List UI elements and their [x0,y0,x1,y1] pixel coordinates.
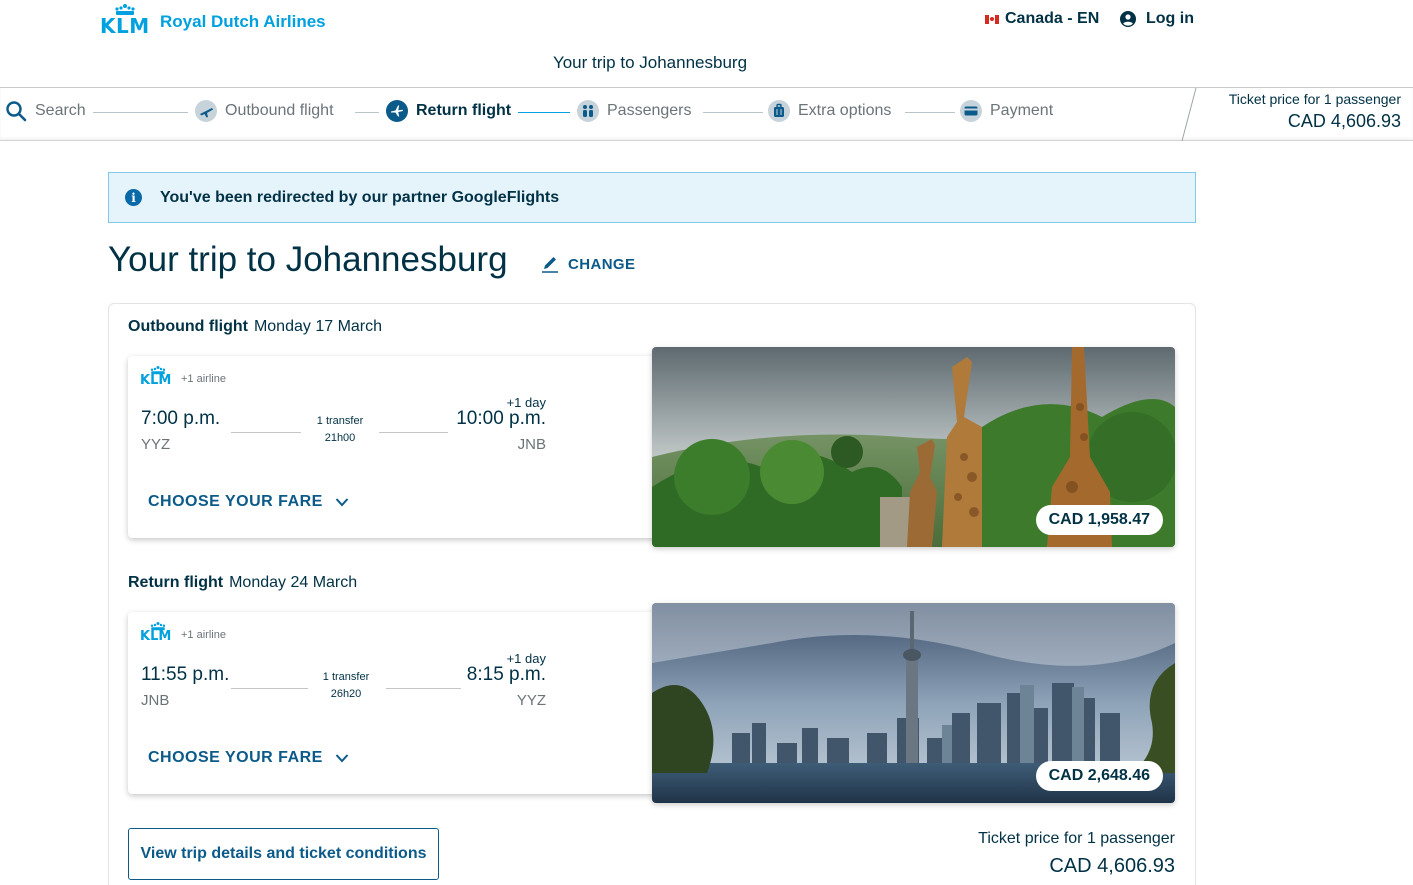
step-payment[interactable]: Payment [960,100,1053,122]
departure-time: 11:55 p.m. [141,664,230,685]
choose-fare-button[interactable]: CHOOSE YOUR FARE [148,749,349,767]
route-line [231,688,308,689]
step-connector [703,112,763,113]
transfer-count: 1 transfer [316,415,364,427]
step-connector [93,112,188,113]
view-trip-details-button[interactable]: View trip details and ticket conditions [128,828,439,880]
arrival-time: 8:15 p.m. [466,664,546,685]
transfer-info: 1 transfer 21h00 [295,415,385,444]
flight-duration: 26h20 [330,688,362,700]
stepper-divider [1181,88,1197,141]
arrival-time: 10:00 p.m. [456,408,546,429]
step-connector [355,112,379,113]
banner-text: You've been redirected by our partner Go… [160,188,560,206]
transfer-count: 1 transfer [322,671,370,683]
step-search-label: Search [35,102,86,119]
total-price-label: Ticket price for 1 passenger [978,830,1175,847]
extra-airline: +1 airline [181,629,226,641]
outbound-leg-header: Outbound flight Monday 17 March [128,318,382,336]
johannesburg-giraffes-image: CAD 1,958.47 [652,347,1175,547]
luggage-icon [768,100,790,122]
outbound-label: Outbound flight [128,318,248,335]
locale-label: Canada - EN [1005,10,1100,27]
partner-redirect-banner: i You've been redirected by our partner … [108,172,1196,223]
departure-airport: YYZ [141,436,171,453]
arrival-airport: JNB [517,436,546,453]
step-extra-options[interactable]: Extra options [768,100,891,122]
departure-airport: JNB [141,692,170,709]
route-line [379,432,448,433]
outbound-date: Monday 17 March [253,318,383,335]
klm-logo: KLM [140,366,178,388]
step-passengers[interactable]: Passengers [577,100,692,122]
outbound-airline: KLM +1 airline [140,366,226,388]
change-label: CHANGE [568,255,636,273]
total-price-value: CAD 4,606.93 [1049,855,1175,877]
return-label: Return flight [128,574,224,591]
route-line [231,432,301,433]
choose-fare-label: CHOOSE YOUR FARE [148,493,323,510]
transfer-info: 1 transfer 26h20 [301,671,391,700]
step-connector [518,112,570,113]
step-outbound-flight[interactable]: Outbound flight [195,100,334,122]
route-line [386,688,461,689]
flight-duration: 21h00 [324,432,356,444]
plane-takeoff-icon [195,100,217,122]
step-passengers-label: Passengers [607,102,692,119]
step-outbound-label: Outbound flight [225,102,334,119]
outbound-flight-card[interactable]: KLM +1 airline 7:00 p.m. YYZ 1 transfer … [128,356,668,538]
chevron-down-icon [335,754,349,763]
step-search[interactable]: Search [5,100,86,122]
canada-flag-icon [985,14,999,24]
plane-icon [386,100,408,122]
locale-selector[interactable]: Canada - EN [985,10,1099,28]
return-price-badge: CAD 2,648.46 [1035,761,1163,791]
change-trip-button[interactable]: CHANGE [540,254,635,274]
choose-fare-label: CHOOSE YOUR FARE [148,749,323,766]
chevron-down-icon [335,498,349,507]
search-icon [5,100,27,122]
step-return-label: Return flight [416,102,512,119]
total-price-summary: Ticket price for 1 passenger CAD 4,606.9… [978,830,1175,878]
klm-wordmark: KLM [140,373,172,388]
page-title: Your trip to Johannesburg [108,240,508,279]
airline-name: Royal Dutch Airlines [160,12,326,31]
ticket-price-summary: Ticket price for 1 passenger CAD 4,606.9… [1229,91,1401,132]
header-title: Your trip to Johannesburg [552,53,748,72]
klm-logo-mark: KLM [100,4,150,38]
credit-card-icon [960,100,982,122]
klm-wordmark: KLM [140,629,172,644]
ticket-price-value: CAD 4,606.93 [1287,111,1401,131]
extra-airline: +1 airline [181,373,226,385]
klm-logo[interactable]: KLM Royal Dutch Airlines [100,4,326,38]
step-extra-label: Extra options [798,102,892,119]
klm-wordmark: KLM [100,14,150,38]
return-date: Monday 24 March [229,574,358,591]
return-flight-card[interactable]: KLM +1 airline 11:55 p.m. JNB 1 transfer… [128,612,668,794]
passengers-icon [577,100,599,122]
site-header: KLM Royal Dutch Airlines Canada - EN Log… [0,0,1413,88]
departure-time: 7:00 p.m. [141,408,221,429]
step-return-flight[interactable]: Return flight [386,100,511,122]
user-icon [1120,11,1136,27]
return-leg-header: Return flight Monday 24 March [128,574,357,592]
booking-stepper: Search Outbound flight Return flight Pas… [0,88,1413,141]
login-button[interactable]: Log in [1120,10,1194,28]
step-connector [905,112,955,113]
info-icon: i [125,189,142,206]
klm-logo: KLM [140,622,178,644]
ticket-price-label: Ticket price for 1 passenger [1228,91,1401,107]
pencil-icon [542,257,558,273]
arrival-airport: YYZ [516,692,546,709]
step-payment-label: Payment [990,102,1054,119]
return-airline: KLM +1 airline [140,622,226,644]
toronto-skyline-image: CAD 2,648.46 [652,603,1175,803]
outbound-price-badge: CAD 1,958.47 [1035,505,1163,535]
choose-fare-button[interactable]: CHOOSE YOUR FARE [148,493,349,511]
login-label: Log in [1146,10,1194,27]
